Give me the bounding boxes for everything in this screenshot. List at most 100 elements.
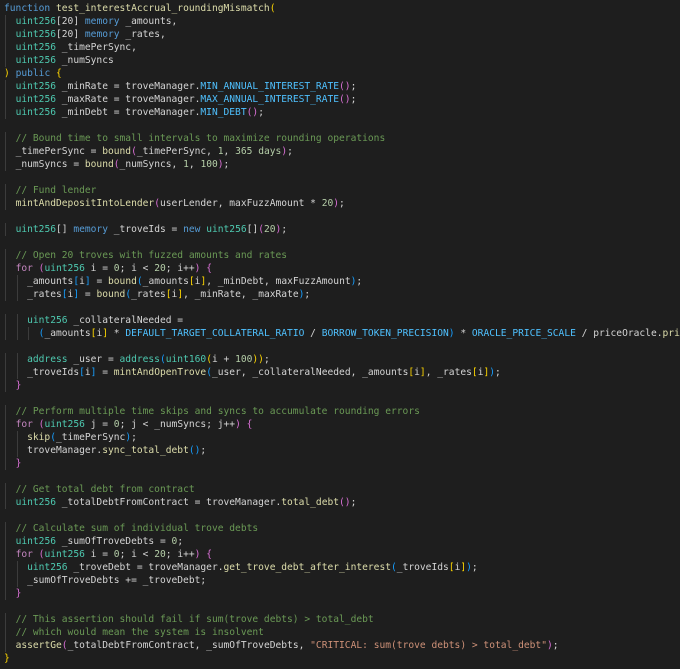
code-token-plain: _sumOfTroveDebts = [56, 536, 172, 547]
code-token-plain: ; [350, 81, 357, 92]
code-token-type: uint256 [15, 536, 56, 547]
code-token-plain: ; [350, 497, 357, 508]
code-token-keyword: memory [73, 224, 108, 235]
code-line: uint256 _numSyncs [0, 54, 680, 67]
code-line: assertGe(_totalDebtFromContract, _sumOfT… [0, 639, 680, 652]
code-token-function: bound [84, 159, 114, 170]
indent-guide [5, 145, 6, 158]
code-line: troveManager.sync_total_debt(); [0, 444, 680, 457]
code-line: skip(_timePerSync); [0, 431, 680, 444]
code-token-type: uint256 [27, 562, 68, 573]
code-token-plain: _amounts, [119, 16, 178, 27]
code-token-comment: // Bound time to small intervals to maxi… [15, 133, 386, 144]
code-token-plain: = [96, 367, 114, 378]
indent-guide [5, 405, 6, 418]
indent-guide [5, 639, 6, 652]
code-token-plain: _timePerSync, [56, 42, 137, 53]
code-token-number: 365 days [235, 146, 282, 157]
indent-guide [5, 483, 6, 496]
code-token-plain: ; i < [119, 549, 155, 560]
code-editor[interactable]: function test_interestAccrual_roundingMi… [0, 0, 680, 669]
code-line: _timePerSync = bound(_timePerSync, 1, 36… [0, 145, 680, 158]
indent-guide [5, 80, 6, 93]
code-token-type: uint256 [44, 549, 85, 560]
indent-guide [5, 561, 6, 574]
code-token-bracket: )) [252, 354, 264, 365]
code-token-plain: _troveIds [396, 562, 449, 573]
code-token-plain: ; [552, 640, 559, 651]
code-token-bracket2: } [15, 380, 22, 391]
code-token-comment: // Calculate sum of individual trove deb… [15, 523, 259, 534]
indent-guide [16, 314, 18, 327]
code-line: _amounts[i] = bound(_amounts[i], _minDeb… [0, 275, 680, 288]
code-token-comment: // Fund lender [15, 185, 97, 196]
code-token-control: for [15, 263, 33, 274]
code-line: uint256[20] memory _amounts, [0, 15, 680, 28]
code-token-plain: ; [350, 94, 357, 105]
code-token-plain: ; [281, 224, 288, 235]
code-token-plain: _rates [27, 289, 62, 300]
code-token-bracket2: () [246, 107, 259, 118]
code-line: // Open 20 troves with fuzzed amounts an… [0, 249, 680, 262]
code-token-bracket2: () [339, 94, 351, 105]
code-line: uint256 _troveDebt = troveManager.get_tr… [0, 561, 680, 574]
code-token-plain: _numSyncs, [119, 159, 184, 170]
indent-guide [5, 353, 6, 366]
code-line: uint256[] memory _troveIds = new uint256… [0, 223, 680, 236]
code-line: for (uint256 i = 0; i < 20; i++) { [0, 262, 680, 275]
code-token-number: 20 [263, 224, 276, 235]
code-token-comment: // Get total debt from contract [15, 484, 195, 495]
code-token-constant: ORACLE_PRICE_SCALE [471, 328, 576, 339]
code-line: (_amounts[i] * DEFAULT_TARGET_COLLATERAL… [0, 327, 680, 340]
code-token-type: uint256 [15, 55, 56, 66]
code-token-plain: ; [177, 536, 184, 547]
code-token-function: total_debt [281, 497, 340, 508]
indent-guide [5, 379, 6, 392]
indent-guide [5, 197, 6, 210]
code-token-plain: _timePerSync = [15, 146, 103, 157]
code-token-plain: [] [246, 224, 259, 235]
code-token-plain: _collateralNeeded = [67, 315, 184, 326]
indent-guide [5, 522, 6, 535]
indent-guide [5, 249, 6, 262]
code-line: _sumOfTroveDebts += _troveDebt; [0, 574, 680, 587]
code-token-bracket2: { [246, 419, 253, 430]
code-token-comment: // Perform multiple time skips and syncs… [15, 406, 420, 417]
code-token-plain: ; j < _numSyncs; j++ [119, 419, 236, 430]
code-token-plain: i = [84, 263, 114, 274]
code-token-function: mintAndOpenTrove [113, 367, 207, 378]
code-token-number: 20 [154, 549, 166, 560]
indent-guide [5, 275, 6, 288]
code-token-plain: _amounts [44, 328, 91, 339]
indent-guide [5, 314, 6, 327]
code-line: _numSyncs = bound(_numSyncs, 1, 100); [0, 158, 680, 171]
code-token-number: 20 [154, 263, 166, 274]
code-token-type: uint256 [15, 16, 56, 27]
indent-guide [16, 431, 18, 444]
indent-guide [5, 262, 6, 275]
code-token-plain: _minRate = troveManager. [56, 81, 201, 92]
code-token-type: uint256 [15, 94, 56, 105]
code-token-bracket2: { [206, 549, 213, 560]
indent-guide [16, 327, 18, 340]
code-token-type: uint256 [15, 42, 56, 53]
indent-guide [5, 288, 6, 301]
code-token-plain: _minDebt = troveManager. [56, 107, 201, 118]
code-token-keyword: memory [84, 16, 120, 27]
code-token-plain: _user = [67, 354, 120, 365]
code-line: uint256 _minRate = troveManager.MIN_ANNU… [0, 80, 680, 93]
code-token-constant: BORROW_TOKEN_PRECISION [321, 328, 449, 339]
code-token-plain: _timePerSync [56, 432, 126, 443]
code-token-constant: MIN_DEBT [200, 107, 247, 118]
indent-guide [5, 444, 6, 457]
code-token-function: test_interestAccrual_roundingMismatch [56, 3, 270, 14]
code-token-plain: _rates [131, 289, 166, 300]
code-line: // Perform multiple time skips and syncs… [0, 405, 680, 418]
